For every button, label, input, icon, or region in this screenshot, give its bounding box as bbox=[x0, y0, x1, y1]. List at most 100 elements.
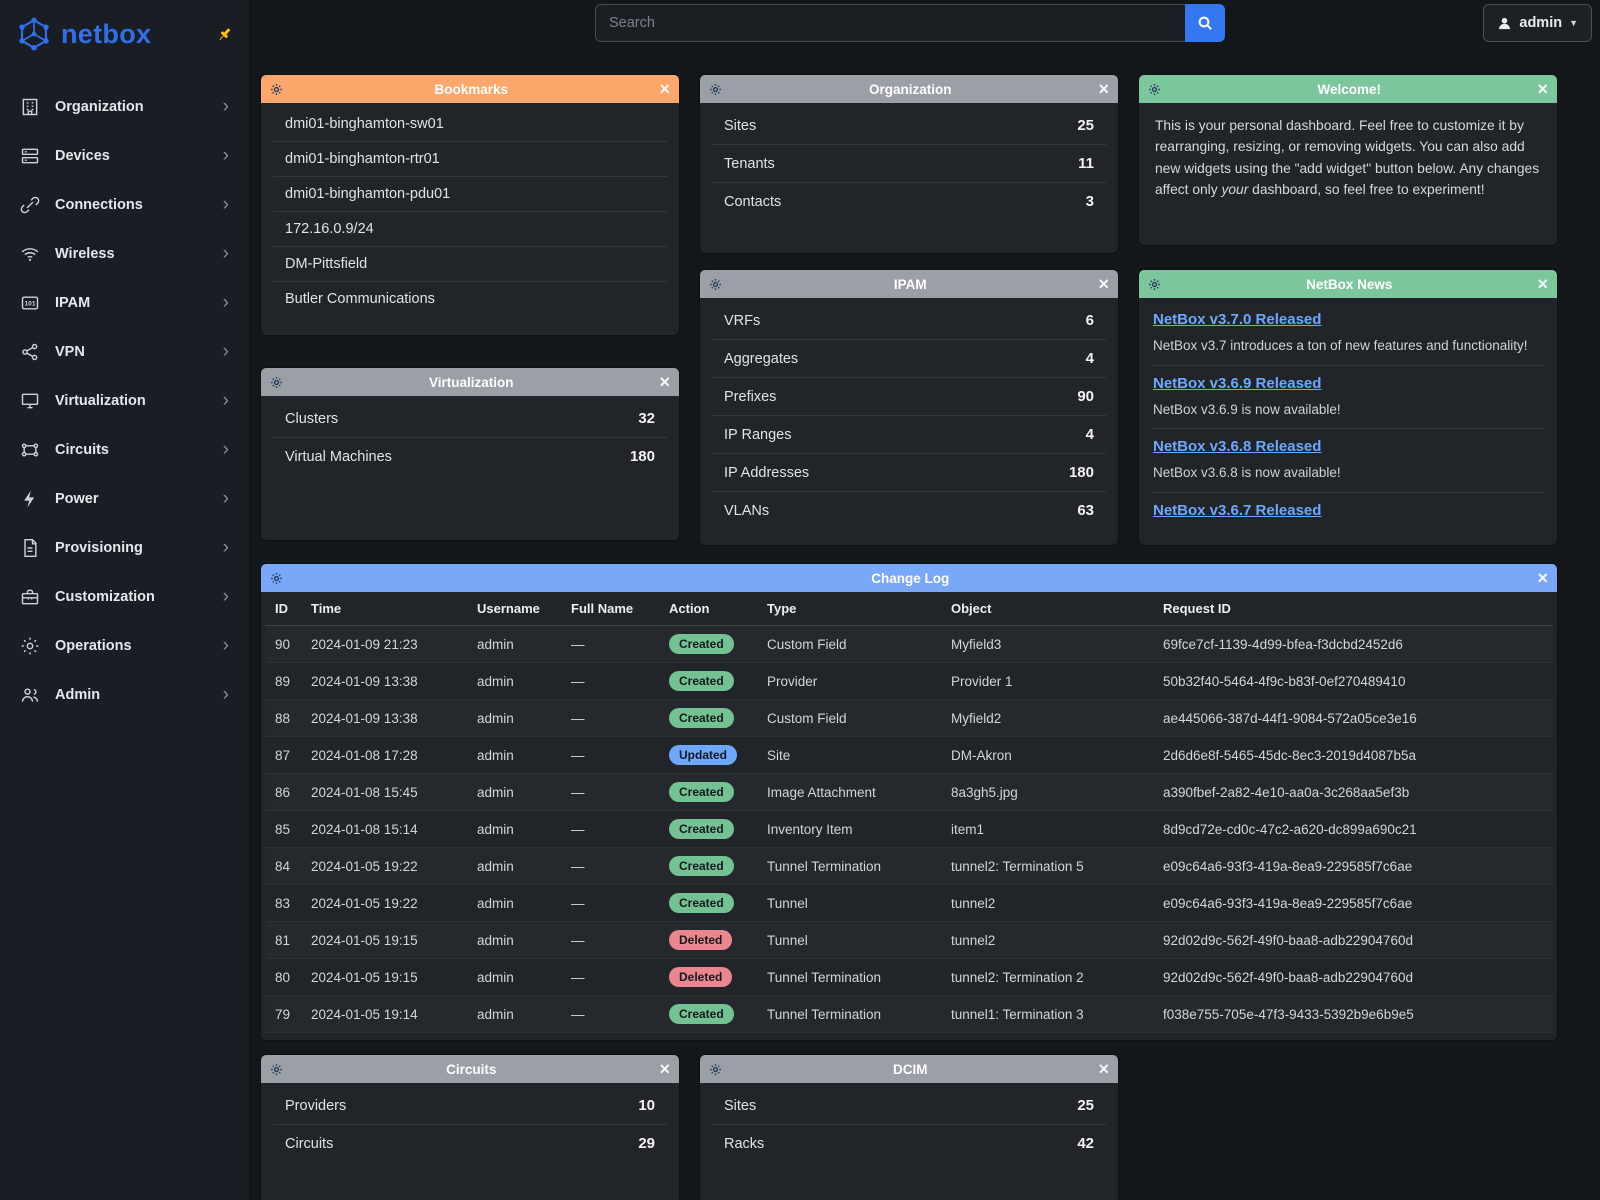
gear-icon[interactable] bbox=[709, 83, 722, 96]
changelog-time-link[interactable]: 2024-01-09 21:23 bbox=[301, 626, 467, 663]
bookmark-item[interactable]: dmi01-binghamton-pdu01 bbox=[273, 176, 667, 211]
changelog-time-link[interactable]: 2024-01-05 19:15 bbox=[301, 959, 467, 996]
changelog-time-link[interactable]: 2024-01-05 19:22 bbox=[301, 885, 467, 922]
close-icon[interactable]: × bbox=[1098, 80, 1109, 98]
changelog-time-link[interactable]: 2024-01-09 13:38 bbox=[301, 700, 467, 737]
sidebar-item-connections[interactable]: Connections › bbox=[0, 180, 249, 229]
changelog-id-link[interactable]: 80 bbox=[265, 959, 301, 996]
changelog-object[interactable]: 8a3gh5.jpg bbox=[941, 774, 1153, 811]
stat-value[interactable]: 4 bbox=[1086, 426, 1094, 443]
changelog-object[interactable]: DM-Akron bbox=[941, 737, 1153, 774]
sidebar-item-vpn[interactable]: VPN › bbox=[0, 327, 249, 376]
sidebar-item-operations[interactable]: Operations › bbox=[0, 621, 249, 670]
changelog-id-link[interactable]: 89 bbox=[265, 663, 301, 700]
close-icon[interactable]: × bbox=[1537, 275, 1548, 293]
stat-value[interactable]: 6 bbox=[1086, 312, 1094, 329]
sidebar-item-wireless[interactable]: Wireless › bbox=[0, 229, 249, 278]
close-icon[interactable]: × bbox=[659, 1060, 670, 1078]
changelog-request-id-link[interactable]: ae445066-387d-44f1-9084-572a05ce3e16 bbox=[1153, 700, 1553, 737]
changelog-time-link[interactable]: 2024-01-08 17:28 bbox=[301, 737, 467, 774]
changelog-id-link[interactable]: 79 bbox=[265, 996, 301, 1033]
changelog-id-link[interactable]: 86 bbox=[265, 774, 301, 811]
changelog-request-id-link[interactable]: f038e755-705e-47f3-9433-5392b9e6b9e5 bbox=[1153, 996, 1553, 1033]
stat-value[interactable]: 11 bbox=[1078, 155, 1094, 172]
changelog-time-link[interactable]: 2024-01-09 13:38 bbox=[301, 663, 467, 700]
changelog-object[interactable]: tunnel2 bbox=[941, 885, 1153, 922]
stat-value[interactable]: 32 bbox=[638, 410, 655, 427]
sidebar-item-power[interactable]: Power › bbox=[0, 474, 249, 523]
close-icon[interactable]: × bbox=[659, 80, 670, 98]
sidebar-item-ipam[interactable]: 101 IPAM › bbox=[0, 278, 249, 327]
stat-value[interactable]: 25 bbox=[1077, 117, 1094, 134]
sidebar-item-customization[interactable]: Customization › bbox=[0, 572, 249, 621]
changelog-id-link[interactable]: 84 bbox=[265, 848, 301, 885]
search-button[interactable] bbox=[1185, 4, 1225, 42]
changelog-id-link[interactable]: 88 bbox=[265, 700, 301, 737]
bookmark-item[interactable]: Butler Communications bbox=[273, 281, 667, 316]
changelog-time-link[interactable]: 2024-01-08 15:14 bbox=[301, 811, 467, 848]
user-menu-button[interactable]: admin ▼ bbox=[1483, 4, 1592, 42]
bookmark-item[interactable]: DM-Pittsfield bbox=[273, 246, 667, 281]
sidebar-item-admin[interactable]: Admin › bbox=[0, 670, 249, 719]
stat-value[interactable]: 63 bbox=[1077, 502, 1094, 519]
brand[interactable]: netbox bbox=[0, 0, 249, 64]
stat-value[interactable]: 29 bbox=[638, 1135, 655, 1152]
gear-icon[interactable] bbox=[270, 572, 283, 585]
search-input[interactable] bbox=[595, 4, 1185, 42]
bookmark-item[interactable]: 172.16.0.9/24 bbox=[273, 211, 667, 246]
sidebar-item-circuits[interactable]: Circuits › bbox=[0, 425, 249, 474]
changelog-request-id-link[interactable]: 92d02d9c-562f-49f0-baa8-adb22904760d bbox=[1153, 959, 1553, 996]
sidebar-item-virtualization[interactable]: Virtualization › bbox=[0, 376, 249, 425]
changelog-object[interactable]: item1 bbox=[941, 811, 1153, 848]
gear-icon[interactable] bbox=[270, 376, 283, 389]
changelog-request-id-link[interactable]: a390fbef-2a82-4e10-aa0a-3c268aa5ef3b bbox=[1153, 774, 1553, 811]
changelog-id-link[interactable]: 87 bbox=[265, 737, 301, 774]
stat-value[interactable]: 180 bbox=[630, 448, 655, 465]
stat-value[interactable]: 25 bbox=[1077, 1097, 1094, 1114]
changelog-id-link[interactable]: 81 bbox=[265, 922, 301, 959]
changelog-request-id-link[interactable]: e09c64a6-93f3-419a-8ea9-229585f7c6ae bbox=[1153, 848, 1553, 885]
changelog-object[interactable]: tunnel1: Termination 3 bbox=[941, 996, 1153, 1033]
gear-icon[interactable] bbox=[709, 1063, 722, 1076]
changelog-time-link[interactable]: 2024-01-08 15:45 bbox=[301, 774, 467, 811]
bookmark-item[interactable]: dmi01-binghamton-sw01 bbox=[273, 107, 667, 141]
changelog-time-link[interactable]: 2024-01-05 19:15 bbox=[301, 922, 467, 959]
changelog-object[interactable]: tunnel2: Termination 2 bbox=[941, 959, 1153, 996]
gear-icon[interactable] bbox=[270, 1063, 283, 1076]
sidebar-item-devices[interactable]: Devices › bbox=[0, 131, 249, 180]
gear-icon[interactable] bbox=[709, 278, 722, 291]
stat-value[interactable]: 180 bbox=[1069, 464, 1094, 481]
bookmark-item[interactable]: dmi01-binghamton-rtr01 bbox=[273, 141, 667, 176]
sidebar-pin-icon[interactable] bbox=[216, 26, 233, 43]
gear-icon[interactable] bbox=[270, 83, 283, 96]
news-link[interactable]: NetBox v3.6.7 Released bbox=[1153, 502, 1321, 519]
changelog-request-id-link[interactable]: 92d02d9c-562f-49f0-baa8-adb22904760d bbox=[1153, 922, 1553, 959]
close-icon[interactable]: × bbox=[1098, 1060, 1109, 1078]
changelog-request-id-link[interactable]: e09c64a6-93f3-419a-8ea9-229585f7c6ae bbox=[1153, 885, 1553, 922]
close-icon[interactable]: × bbox=[1098, 275, 1109, 293]
changelog-id-link[interactable]: 85 bbox=[265, 811, 301, 848]
changelog-object[interactable]: tunnel2: Termination 5 bbox=[941, 848, 1153, 885]
stat-value[interactable]: 4 bbox=[1086, 350, 1094, 367]
changelog-object[interactable]: tunnel2 bbox=[941, 922, 1153, 959]
changelog-time-link[interactable]: 2024-01-05 19:14 bbox=[301, 996, 467, 1033]
news-link[interactable]: NetBox v3.6.9 Released bbox=[1153, 375, 1321, 392]
stat-value[interactable]: 10 bbox=[638, 1097, 655, 1114]
gear-icon[interactable] bbox=[1148, 83, 1161, 96]
news-link[interactable]: NetBox v3.7.0 Released bbox=[1153, 311, 1321, 328]
close-icon[interactable]: × bbox=[1537, 569, 1548, 587]
stat-value[interactable]: 42 bbox=[1077, 1135, 1094, 1152]
close-icon[interactable]: × bbox=[659, 373, 670, 391]
changelog-object[interactable]: Myfield3 bbox=[941, 626, 1153, 663]
news-link[interactable]: NetBox v3.6.8 Released bbox=[1153, 438, 1321, 455]
changelog-request-id-link[interactable]: 69fce7cf-1139-4d99-bfea-f3dcbd2452d6 bbox=[1153, 626, 1553, 663]
changelog-request-id-link[interactable]: 8d9cd72e-cd0c-47c2-a620-dc899a690c21 bbox=[1153, 811, 1553, 848]
changelog-id-link[interactable]: 90 bbox=[265, 626, 301, 663]
changelog-id-link[interactable]: 83 bbox=[265, 885, 301, 922]
stat-value[interactable]: 3 bbox=[1086, 193, 1094, 210]
sidebar-item-provisioning[interactable]: Provisioning › bbox=[0, 523, 249, 572]
stat-value[interactable]: 90 bbox=[1077, 388, 1094, 405]
changelog-time-link[interactable]: 2024-01-05 19:22 bbox=[301, 848, 467, 885]
changelog-request-id-link[interactable]: 50b32f40-5464-4f9c-b83f-0ef270489410 bbox=[1153, 663, 1553, 700]
gear-icon[interactable] bbox=[1148, 278, 1161, 291]
